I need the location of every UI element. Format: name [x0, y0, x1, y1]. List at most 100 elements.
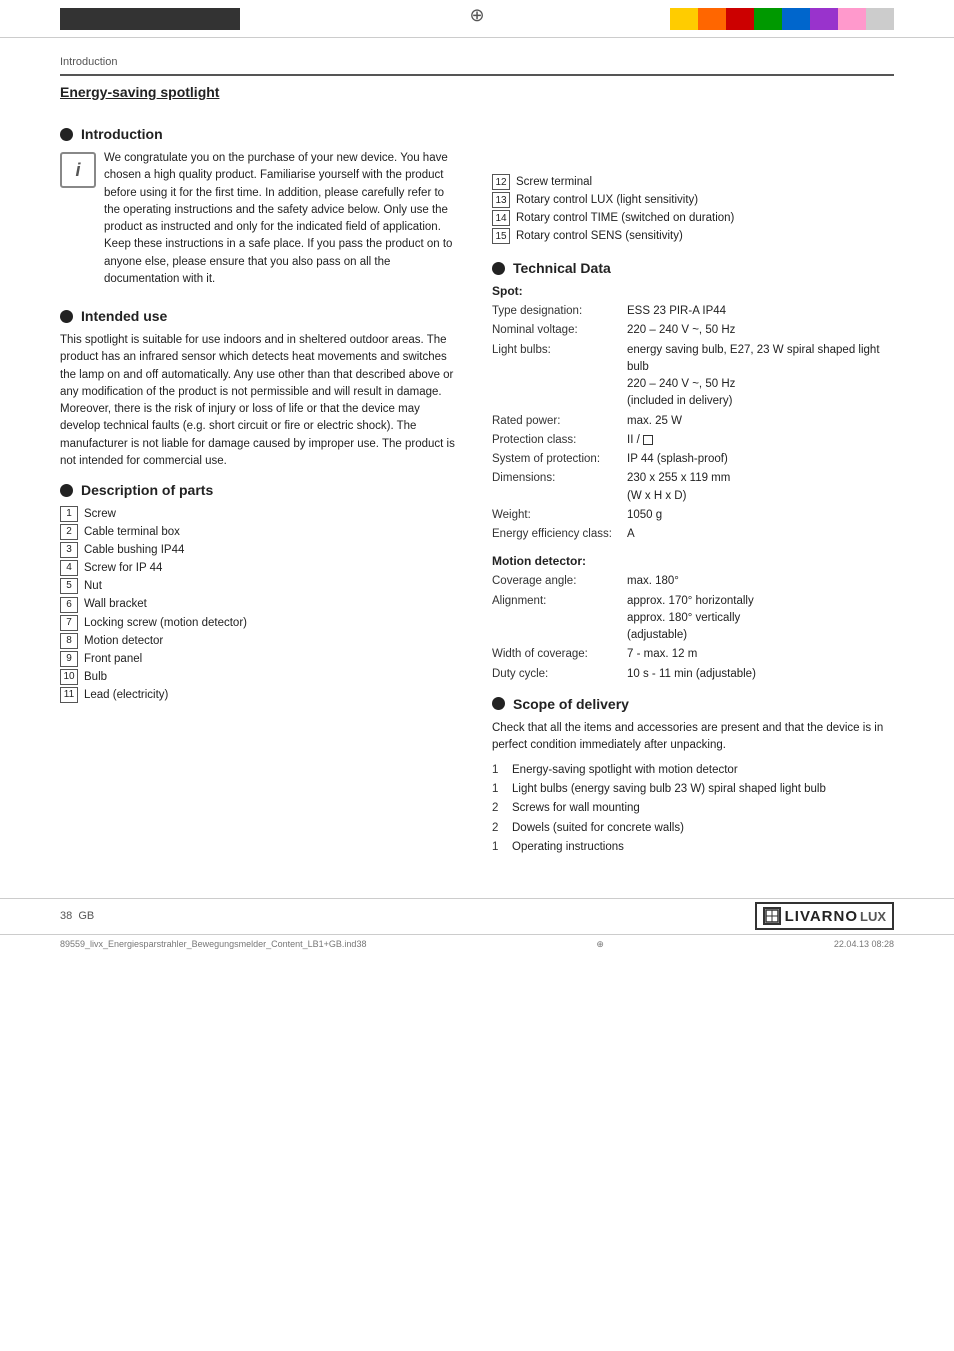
table-row: Duty cycle:10 s - 11 min (adjustable): [492, 665, 894, 684]
field-key: Type designation:: [492, 302, 627, 321]
info-icon: i: [60, 152, 96, 188]
field-key: Duty cycle:: [492, 665, 627, 684]
part-number: 11: [60, 687, 78, 703]
part-label: Nut: [84, 578, 102, 594]
part-label: Cable terminal box: [84, 524, 180, 540]
part-number: 6: [60, 597, 78, 613]
table-row: System of protection:IP 44 (splash-proof…: [492, 450, 894, 469]
table-row: Width of coverage:7 - max. 12 m: [492, 645, 894, 664]
field-value: max. 180°: [627, 572, 894, 591]
footer-compass: ⊕: [596, 939, 604, 950]
col-right: 12Screw terminal13Rotary control LUX (li…: [492, 114, 894, 858]
field-key: Alignment:: [492, 592, 627, 646]
part-label: Wall bracket: [84, 596, 147, 612]
table-row: Alignment:approx. 170° horizontallyappro…: [492, 592, 894, 646]
color-block: [698, 8, 726, 30]
field-key: Weight:: [492, 506, 627, 525]
bullet-technical: [492, 262, 505, 275]
list-item: 15Rotary control SENS (sensitivity): [492, 228, 894, 244]
color-block: [670, 8, 698, 30]
field-key: Light bulbs:: [492, 341, 627, 412]
bullet-intro: [60, 128, 73, 141]
scope-heading-label: Scope of delivery: [513, 696, 629, 712]
list-item: 7 Locking screw (motion detector): [60, 615, 462, 631]
list-item: Energy-saving spotlight with motion dete…: [492, 762, 894, 778]
color-block: [866, 8, 894, 30]
list-item: Light bulbs (energy saving bulb 23 W) sp…: [492, 781, 894, 797]
intro-heading-label: Introduction: [81, 126, 163, 142]
field-value: max. 25 W: [627, 412, 894, 431]
table-row: Weight:1050 g: [492, 506, 894, 525]
item-label: Rotary control LUX (light sensitivity): [516, 194, 698, 206]
intended-use-heading: Intended use: [60, 308, 462, 324]
part-label: Screw: [84, 506, 116, 522]
col-left: Introduction i We congratulate you on th…: [60, 114, 462, 858]
table-row: Energy efficiency class:A: [492, 525, 894, 544]
list-item: Operating instructions: [492, 839, 894, 855]
field-value: II /: [627, 431, 894, 450]
logo-area: LIVARNO LUX: [755, 902, 894, 930]
logo-icon: [763, 907, 781, 925]
two-col-layout: Introduction i We congratulate you on th…: [60, 114, 894, 858]
logo-text-main: LIVARNO: [785, 908, 858, 925]
color-block: [754, 8, 782, 30]
list-item: 14Rotary control TIME (switched on durat…: [492, 210, 894, 226]
intro-heading: Introduction: [60, 126, 462, 142]
scope-intro: Check that all the items and accessories…: [492, 720, 894, 755]
list-item: 8 Motion detector: [60, 633, 462, 649]
content-area: Introduction Energy-saving spotlight Int…: [0, 38, 954, 878]
field-value: IP 44 (splash-proof): [627, 450, 894, 469]
table-row: Light bulbs:energy saving bulb, E27, 23 …: [492, 341, 894, 412]
item-number: 12: [492, 174, 510, 190]
table-row: Nominal voltage:220 – 240 V ~, 50 Hz: [492, 321, 894, 340]
color-block: [782, 8, 810, 30]
part-label: Front panel: [84, 651, 142, 667]
part-label: Locking screw (motion detector): [84, 615, 247, 631]
list-item: 3 Cable bushing IP44: [60, 542, 462, 558]
item-label: Rotary control SENS (sensitivity): [516, 230, 683, 242]
spot-table: Type designation:ESS 23 PIR-A IP44Nomina…: [492, 302, 894, 544]
logo-box: LIVARNO LUX: [755, 902, 894, 930]
field-value: 7 - max. 12 m: [627, 645, 894, 664]
color-block: [726, 8, 754, 30]
top-divider: [60, 74, 894, 76]
page-wrapper: ⊕ Introduction Energy-saving spotlight I…: [0, 0, 954, 1351]
list-item: 10 Bulb: [60, 669, 462, 685]
part-number: 5: [60, 578, 78, 594]
table-row: Rated power:max. 25 W: [492, 412, 894, 431]
part-label: Cable bushing IP44: [84, 542, 184, 558]
description-heading: Description of parts: [60, 482, 462, 498]
field-key: System of protection:: [492, 450, 627, 469]
breadcrumb: Introduction: [60, 56, 894, 68]
logo-text-lux: LUX: [860, 909, 886, 924]
item-number: 13: [492, 192, 510, 208]
list-item: Dowels (suited for concrete walls): [492, 820, 894, 836]
part-number: 10: [60, 669, 78, 685]
field-value: energy saving bulb, E27, 23 W spiral sha…: [627, 341, 894, 412]
description-heading-label: Description of parts: [81, 482, 213, 498]
part-number: 8: [60, 633, 78, 649]
technical-data-label: Technical Data: [513, 260, 611, 276]
field-key: Nominal voltage:: [492, 321, 627, 340]
field-value: 10 s - 11 min (adjustable): [627, 665, 894, 684]
part-number: 7: [60, 615, 78, 631]
part-number: 3: [60, 542, 78, 558]
field-value: 230 x 255 x 119 mm(W x H x D): [627, 469, 894, 506]
delivery-list: Energy-saving spotlight with motion dete…: [492, 762, 894, 854]
table-row: Coverage angle:max. 180°: [492, 572, 894, 591]
field-value: 220 – 240 V ~, 50 Hz: [627, 321, 894, 340]
field-value: ESS 23 PIR-A IP44: [627, 302, 894, 321]
part-number: 4: [60, 560, 78, 576]
info-box: i We congratulate you on the purchase of…: [60, 150, 462, 296]
part-label: Bulb: [84, 669, 107, 685]
list-item: Screws for wall mounting: [492, 800, 894, 816]
part-label: Motion detector: [84, 633, 163, 649]
item-number: 14: [492, 210, 510, 226]
table-row: Dimensions:230 x 255 x 119 mm(W x H x D): [492, 469, 894, 506]
part-label: Lead (electricity): [84, 687, 168, 703]
part-number: 9: [60, 651, 78, 667]
field-value: 1050 g: [627, 506, 894, 525]
list-item: 4Screw for IP 44: [60, 560, 462, 576]
table-row: Protection class:II /: [492, 431, 894, 450]
list-item: 5 Nut: [60, 578, 462, 594]
